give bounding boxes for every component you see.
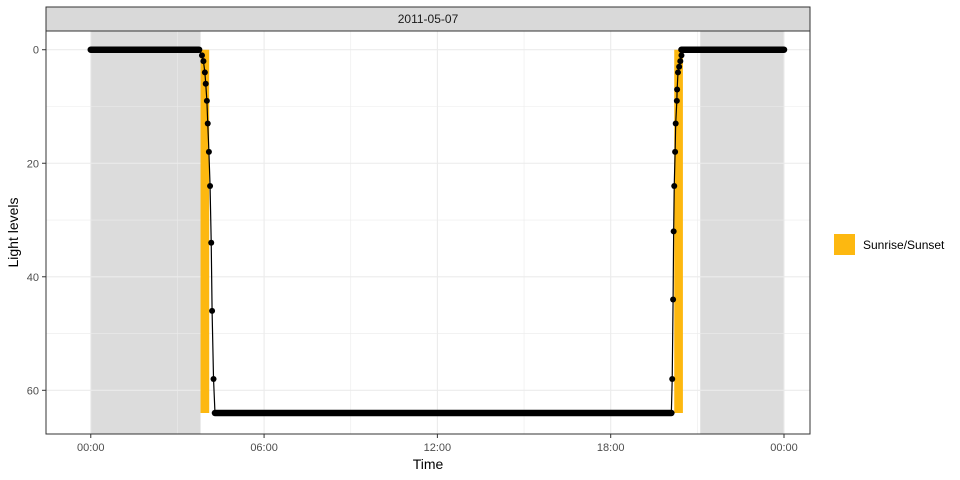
x-tick-label-1: 06:00 xyxy=(250,442,278,454)
legend: Sunrise/Sunset xyxy=(834,234,945,255)
data-point-13 xyxy=(669,375,676,382)
x-axis-title: Time xyxy=(413,456,444,472)
night-shade-0 xyxy=(90,31,201,434)
data-point-23 xyxy=(677,58,684,65)
data-point-1 xyxy=(200,58,207,65)
facet-strip: 2011-05-07 xyxy=(45,6,811,32)
y-tick-label-2: 40 xyxy=(27,272,39,284)
data-point-25 xyxy=(679,46,686,53)
data-point-10 xyxy=(210,375,217,382)
night-shade-1 xyxy=(700,31,785,434)
facet-strip-label: 2011-05-07 xyxy=(398,12,459,26)
data-point-20 xyxy=(674,86,681,93)
data-point-17 xyxy=(672,148,679,155)
data-point-0 xyxy=(198,52,205,59)
y-tick-label-0: 0 xyxy=(33,45,39,57)
sunrise-sunset-band-0 xyxy=(200,49,210,413)
data-point-24 xyxy=(678,52,685,59)
x-axis: 00:00 06:00 12:00 18:00 00:00 xyxy=(77,434,798,454)
data-point-4 xyxy=(203,97,210,104)
x-tick-label-4: 00:00 xyxy=(770,442,798,454)
data-point-3 xyxy=(202,80,209,87)
legend-key-sunrise-sunset xyxy=(834,234,855,255)
data-point-15 xyxy=(670,228,677,235)
x-tick-label-3: 18:00 xyxy=(597,442,625,454)
x-tick-label-0: 00:00 xyxy=(77,442,105,454)
y-axis: 0 20 40 60 xyxy=(27,45,46,397)
data-point-19 xyxy=(673,97,680,104)
data-point-8 xyxy=(208,239,215,246)
data-point-2 xyxy=(201,69,208,76)
data-point-16 xyxy=(671,182,678,189)
data-point-22 xyxy=(676,63,683,70)
legend-label-sunrise-sunset: Sunrise/Sunset xyxy=(863,238,945,252)
data-point-21 xyxy=(674,69,681,76)
data-point-18 xyxy=(672,120,679,127)
data-point-7 xyxy=(207,182,214,189)
data-point-6 xyxy=(205,148,212,155)
y-axis-title: Light levels xyxy=(5,197,21,267)
x-tick-label-2: 12:00 xyxy=(424,442,452,454)
data-point-11 xyxy=(211,409,218,416)
data-point-14 xyxy=(670,296,677,303)
light-levels-chart: 2011-05-07 00:00 06:00 12:00 18:00 00:00 0 20… xyxy=(5,6,945,472)
data-point-9 xyxy=(209,307,216,314)
y-tick-label-3: 60 xyxy=(27,385,39,397)
y-tick-label-1: 20 xyxy=(27,158,39,170)
data-point-5 xyxy=(204,120,211,127)
data-point-12 xyxy=(668,409,675,416)
